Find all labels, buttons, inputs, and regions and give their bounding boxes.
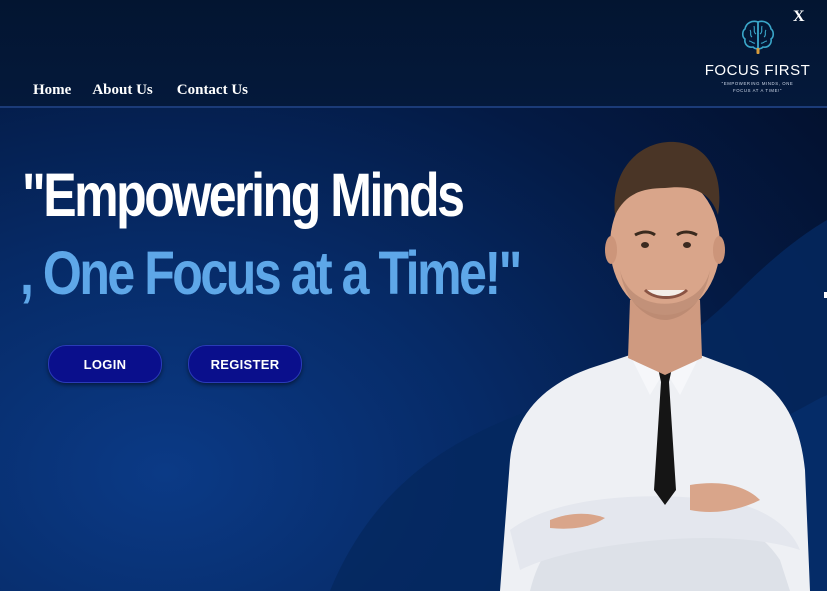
logo-tagline-1: "EMPOWERING MINDS, ONE (721, 81, 794, 86)
nav-home[interactable]: Home (33, 82, 71, 99)
nav-about-us[interactable]: About Us (92, 82, 152, 99)
login-button[interactable]: LOGIN (48, 345, 162, 383)
logo-name: FOCUS FIRST (704, 62, 811, 79)
register-button[interactable]: REGISTER (188, 345, 302, 383)
hero-headline-line1: "Empowering Minds (22, 161, 465, 229)
brain-icon (741, 20, 774, 54)
businessman-image (500, 141, 810, 591)
nav-contact-us[interactable]: Contact Us (177, 82, 248, 99)
logo: FOCUS FIRST "EMPOWERING MINDS, ONE FOCUS… (700, 18, 815, 93)
main-nav: Home About Us Contact Us (33, 82, 248, 99)
hero-headline-line2: , One Focus at a Time!" (20, 239, 522, 307)
logo-tagline-2: FOCUS AT A TIME!" (733, 88, 782, 93)
